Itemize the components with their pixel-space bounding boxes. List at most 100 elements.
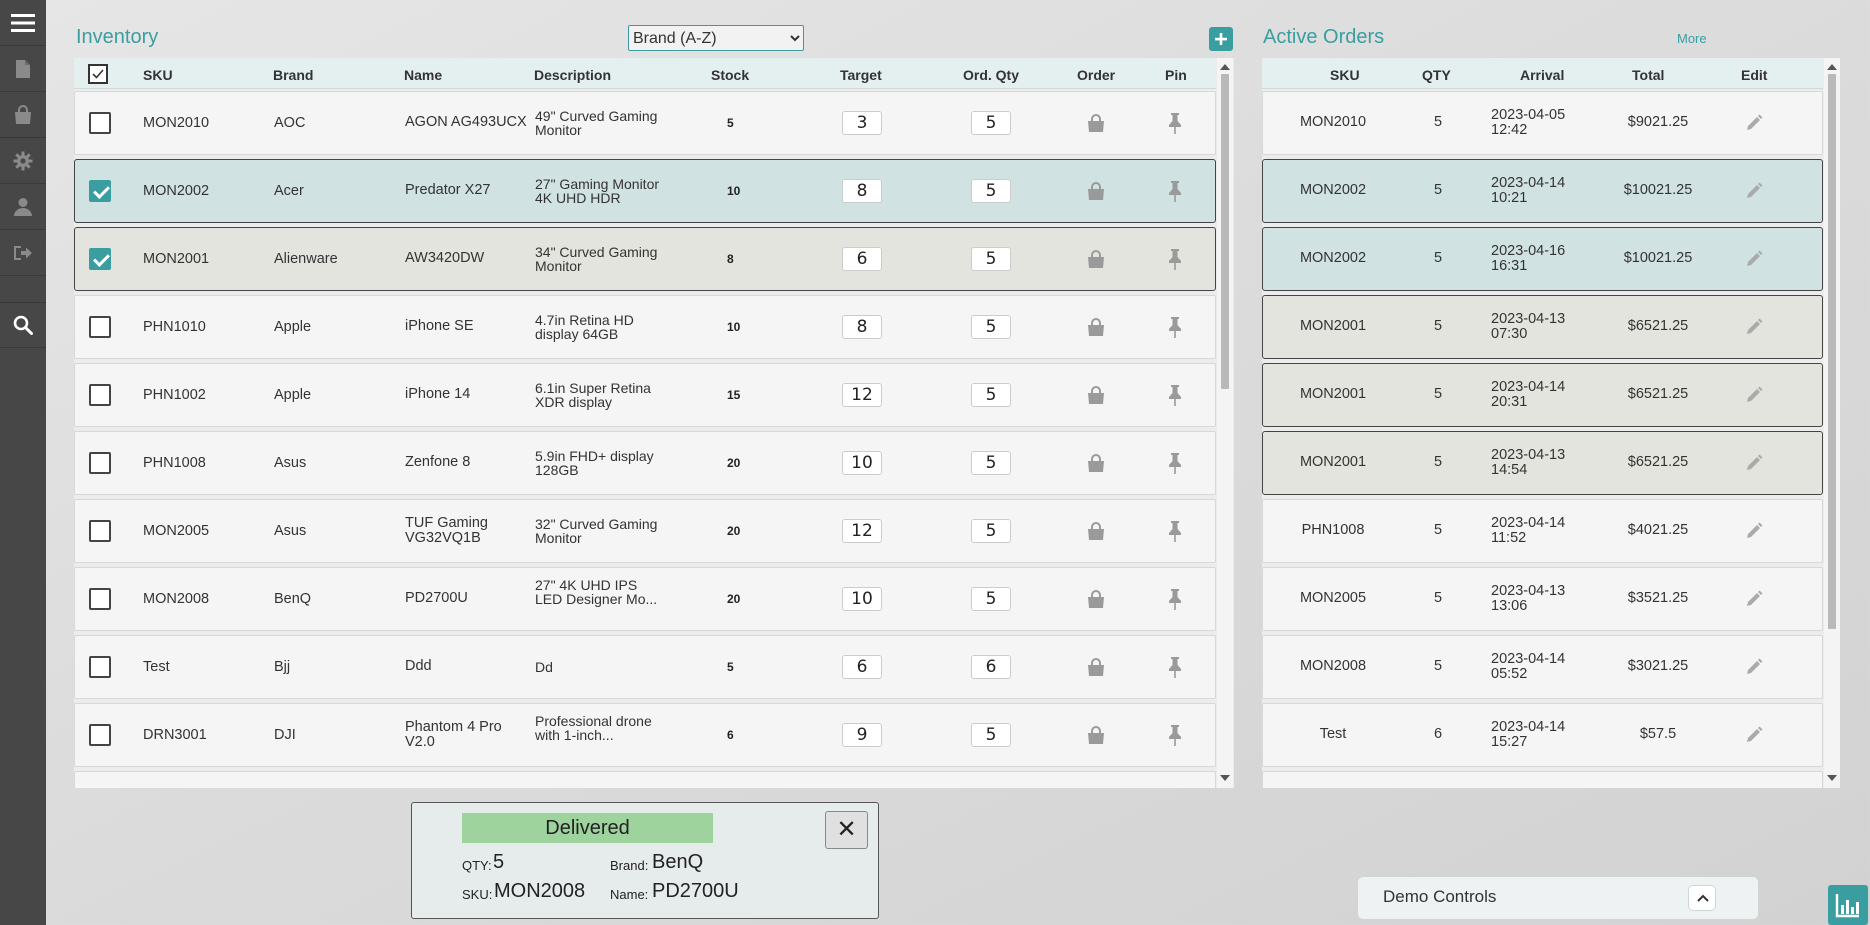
order-bag-icon[interactable] (1086, 725, 1106, 750)
target-input[interactable]: 12 (842, 519, 882, 543)
account-button[interactable] (0, 184, 46, 230)
order-bag-icon[interactable] (1086, 385, 1106, 410)
pencil-icon[interactable] (1744, 385, 1764, 410)
order-row[interactable]: Test 6 2023-04-14 15:27 $57.5 (1262, 703, 1823, 767)
inventory-row[interactable]: MON2001 Alienware AW3420DW 34" Curved Ga… (74, 227, 1216, 291)
pencil-icon[interactable] (1744, 249, 1764, 274)
row-checkbox[interactable] (89, 588, 111, 610)
orders-scrollbar[interactable] (1824, 58, 1840, 788)
orders-button[interactable] (0, 92, 46, 138)
target-input[interactable]: 3 (842, 111, 882, 135)
order-row[interactable]: MON2001 5 2023-04-13 07:30 $6521.25 (1262, 295, 1823, 359)
row-checkbox[interactable] (89, 180, 111, 202)
col-brand[interactable]: Brand (273, 67, 313, 83)
order-qty-input[interactable]: 5 (971, 179, 1011, 203)
pin-icon[interactable] (1166, 316, 1184, 343)
logout-button[interactable] (0, 230, 46, 276)
order-qty-input[interactable]: 5 (971, 315, 1011, 339)
order-row[interactable]: MON2005 5 2023-04-13 13:06 $3521.25 (1262, 567, 1823, 631)
pencil-icon[interactable] (1744, 453, 1764, 478)
row-checkbox[interactable] (89, 384, 111, 406)
order-row[interactable] (1262, 771, 1823, 788)
inventory-row[interactable]: MON2008 BenQ PD2700U 27" 4K UHD IPS LED … (74, 567, 1216, 631)
col-sku[interactable]: SKU (143, 67, 173, 83)
pin-icon[interactable] (1166, 452, 1184, 479)
pencil-icon[interactable] (1744, 181, 1764, 206)
pin-icon[interactable] (1166, 520, 1184, 547)
pin-icon[interactable] (1166, 384, 1184, 411)
ocol-sku[interactable]: SKU (1330, 67, 1360, 83)
orders-scroll-down-arrow[interactable] (1827, 775, 1837, 781)
add-item-button[interactable] (1209, 27, 1233, 51)
close-button[interactable]: ✕ (825, 811, 868, 849)
sort-select[interactable]: Brand (A-Z) (628, 25, 804, 51)
col-name[interactable]: Name (404, 67, 442, 83)
order-bag-icon[interactable] (1086, 453, 1106, 478)
scroll-up-arrow[interactable] (1220, 64, 1230, 70)
order-row[interactable]: MON2001 5 2023-04-14 20:31 $6521.25 (1262, 363, 1823, 427)
documents-button[interactable] (0, 46, 46, 92)
inventory-scrollbar[interactable] (1217, 58, 1233, 788)
demo-controls-bar[interactable]: Demo Controls (1357, 876, 1759, 920)
target-input[interactable]: 8 (842, 315, 882, 339)
row-checkbox[interactable] (89, 112, 111, 134)
inventory-row[interactable]: PHN1010 Apple iPhone SE 4.7in Retina HD … (74, 295, 1216, 359)
col-target[interactable]: Target (840, 67, 882, 83)
scroll-thumb[interactable] (1221, 74, 1229, 389)
pencil-icon[interactable] (1744, 725, 1764, 750)
order-bag-icon[interactable] (1086, 589, 1106, 614)
inventory-row[interactable]: PHN1002 Apple iPhone 14 6.1in Super Reti… (74, 363, 1216, 427)
pencil-icon[interactable] (1744, 589, 1764, 614)
settings-button[interactable] (0, 138, 46, 184)
pin-icon[interactable] (1166, 180, 1184, 207)
scroll-down-arrow[interactable] (1220, 775, 1230, 781)
more-link[interactable]: More (1677, 31, 1707, 46)
row-checkbox[interactable] (89, 656, 111, 678)
inventory-row[interactable]: MON2010 AOC AGON AG493UCX 49" Curved Gam… (74, 91, 1216, 155)
orders-scroll-up-arrow[interactable] (1827, 64, 1837, 70)
inventory-row[interactable]: MON2002 Acer Predator X27 27" Gaming Mon… (74, 159, 1216, 223)
inventory-row[interactable] (74, 771, 1216, 788)
target-input[interactable]: 8 (842, 179, 882, 203)
row-checkbox[interactable] (89, 316, 111, 338)
search-button[interactable] (0, 302, 46, 348)
orders-scroll-thumb[interactable] (1828, 74, 1836, 629)
order-qty-input[interactable]: 5 (971, 383, 1011, 407)
target-input[interactable]: 10 (842, 587, 882, 611)
menu-button[interactable] (0, 0, 46, 46)
pin-icon[interactable] (1166, 656, 1184, 683)
target-input[interactable]: 6 (842, 247, 882, 271)
order-bag-icon[interactable] (1086, 249, 1106, 274)
order-row[interactable]: MON2002 5 2023-04-16 16:31 $10021.25 (1262, 227, 1823, 291)
inventory-row[interactable]: MON2005 Asus TUF Gaming VG32VQ1B 32" Cur… (74, 499, 1216, 563)
order-qty-input[interactable]: 5 (971, 111, 1011, 135)
chart-button[interactable] (1828, 885, 1868, 925)
target-input[interactable]: 10 (842, 451, 882, 475)
row-checkbox[interactable] (89, 520, 111, 542)
target-input[interactable]: 6 (842, 655, 882, 679)
order-qty-input[interactable]: 5 (971, 247, 1011, 271)
order-qty-input[interactable]: 5 (971, 723, 1011, 747)
order-qty-input[interactable]: 5 (971, 587, 1011, 611)
order-qty-input[interactable]: 5 (971, 451, 1011, 475)
col-description[interactable]: Description (534, 67, 611, 83)
ocol-qty[interactable]: QTY (1422, 67, 1451, 83)
target-input[interactable]: 9 (842, 723, 882, 747)
order-row[interactable]: MON2010 5 2023-04-05 12:42 $9021.25 (1262, 91, 1823, 155)
row-checkbox[interactable] (89, 248, 111, 270)
pencil-icon[interactable] (1744, 317, 1764, 342)
row-checkbox[interactable] (89, 724, 111, 746)
target-input[interactable]: 12 (842, 383, 882, 407)
order-row[interactable]: MON2002 5 2023-04-14 10:21 $10021.25 (1262, 159, 1823, 223)
select-all-checkbox[interactable] (88, 64, 108, 84)
pin-icon[interactable] (1166, 724, 1184, 751)
pencil-icon[interactable] (1744, 113, 1764, 138)
order-bag-icon[interactable] (1086, 181, 1106, 206)
pencil-icon[interactable] (1744, 521, 1764, 546)
ocol-arrival[interactable]: Arrival (1520, 67, 1564, 83)
order-row[interactable]: MON2008 5 2023-04-14 05:52 $3021.25 (1262, 635, 1823, 699)
order-qty-input[interactable]: 5 (971, 519, 1011, 543)
order-qty-input[interactable]: 6 (971, 655, 1011, 679)
pin-icon[interactable] (1166, 112, 1184, 139)
order-row[interactable]: MON2001 5 2023-04-13 14:54 $6521.25 (1262, 431, 1823, 495)
